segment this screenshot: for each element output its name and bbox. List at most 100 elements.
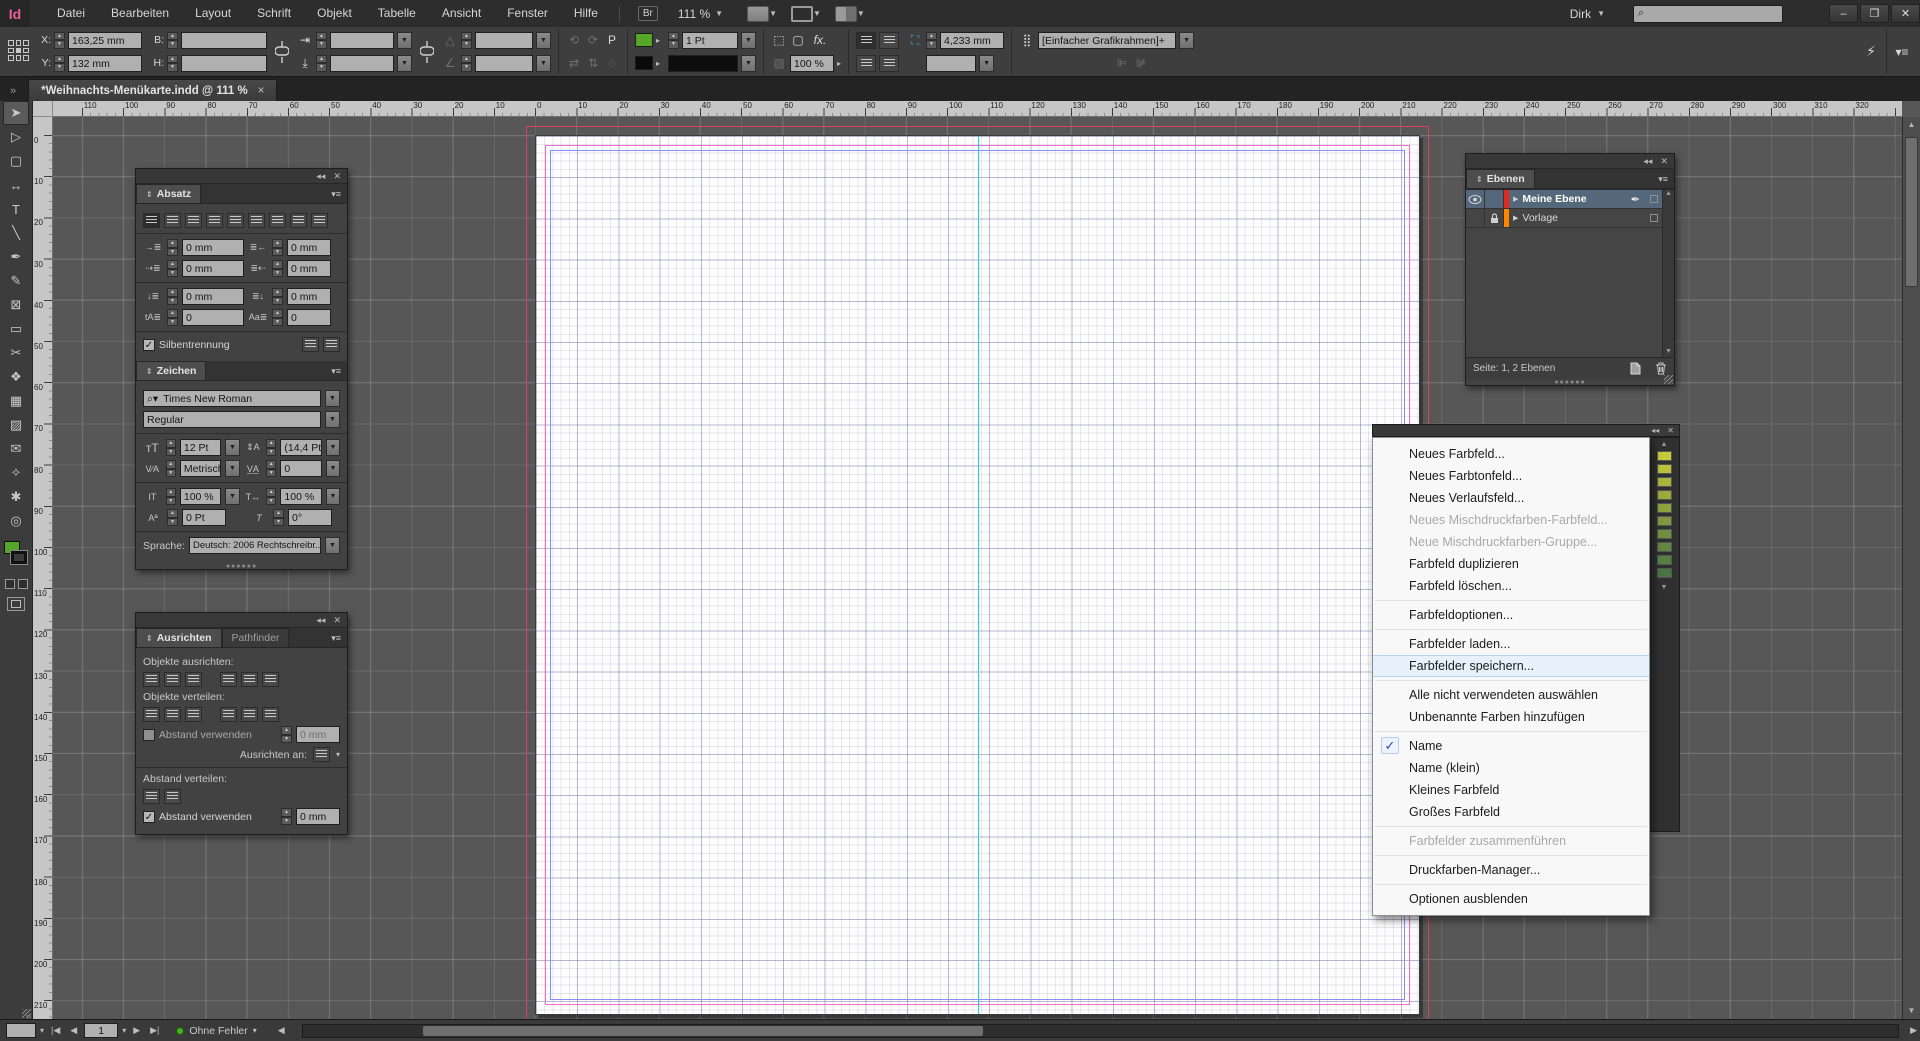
panel-drag-dots[interactable]: ●●●●●● [1466,379,1674,385]
rotate-ccw-button[interactable]: ⟲ [566,33,582,47]
hyphenate-checkbox[interactable]: ✓ [143,339,155,351]
kerning-field[interactable]: Metrisch [180,460,222,477]
menu-item-neues-farbtonfeld[interactable]: Neues Farbtonfeld... [1373,465,1649,487]
view-options-button[interactable] [747,6,769,22]
layer-expand-icon[interactable]: ▶ [1513,214,1518,222]
menu-item-farbfeld-löschen[interactable]: Farbfeld löschen... [1373,575,1649,597]
panel-group-header[interactable]: ◂◂ ✕ [136,613,347,628]
gradient-feather-tool[interactable]: ▨ [3,413,29,437]
stroke-weight-dropdown[interactable]: ▼ [741,32,756,49]
left-indent-stepper[interactable]: ▲▼ [167,239,178,256]
align-right-edges-button[interactable] [185,672,202,687]
drop-cap-lines-field[interactable]: 0 [182,309,244,326]
tracking-stepper[interactable]: ▲▼ [266,460,276,477]
absatz-panel-menu-icon[interactable]: ▾≡ [331,189,347,203]
wrap-jump-button[interactable] [879,55,899,72]
y-field[interactable]: 132 mm [68,55,142,72]
flip-vertical-button[interactable]: ⇅ [585,56,601,70]
layer-visibility-toggle[interactable] [1466,209,1485,227]
swatch-chip[interactable] [1657,516,1672,526]
x-stepper[interactable]: ▲▼ [54,32,65,49]
spacing2-field[interactable]: 0 mm [296,808,340,825]
object-style-field[interactable]: [Einfacher Grafikrahmen]+ [1038,32,1176,49]
reference-point-proxy[interactable] [4,27,33,76]
font-style-field[interactable]: Regular [143,411,321,428]
horizontal-scale-dropdown[interactable]: ▼ [326,488,340,505]
layer-expand-icon[interactable]: ▶ [1513,195,1518,203]
dist-top-edges-button[interactable] [143,707,160,722]
vertical-scale-dropdown[interactable]: ▼ [225,488,239,505]
scissors-tool[interactable]: ✂ [3,341,29,365]
layer-name[interactable]: Vorlage [1522,212,1558,224]
space-before-field[interactable]: 0 mm [182,288,244,305]
close-panel-icon[interactable]: ✕ [1667,426,1674,435]
dist-h-space-button[interactable] [164,789,181,804]
span-columns-button[interactable] [323,337,340,352]
tab-zeichen[interactable]: ⇕ Zeichen [136,361,206,380]
drop-cap-lines-stepper[interactable]: ▲▼ [167,309,178,326]
menu-hilfe[interactable]: Hilfe [561,0,611,27]
hscroll-thumb[interactable] [423,1026,983,1036]
stroke-flyout-arrow[interactable]: ▸ [656,59,660,68]
fill-stroke-proxy[interactable] [3,541,29,575]
corner-radius-field[interactable]: 4,233 mm [940,32,1004,49]
page-number-field[interactable]: 1 [84,1023,118,1038]
layer-name[interactable]: Meine Ebene [1522,193,1586,205]
menu-bearbeiten[interactable]: Bearbeiten [98,0,182,27]
opacity-flyout-arrow[interactable]: ▸ [837,59,841,68]
gradient-tool[interactable]: ▦ [3,389,29,413]
collapse-panel-icon[interactable]: ◂◂ [316,615,325,626]
align-away-spine-button[interactable] [311,213,328,228]
tracking-field[interactable]: 0 [280,460,322,477]
align-to-dropdown-arrow[interactable]: ▾ [336,750,340,759]
right-indent-field[interactable]: 0 mm [287,239,331,256]
spacing2-stepper[interactable]: ▲▼ [281,808,292,825]
menu-schrift[interactable]: Schrift [244,0,304,27]
corner-shape-icon[interactable]: ▢ [790,33,806,47]
ruler-origin-box[interactable] [33,101,53,117]
selection-tool[interactable]: ➤ [3,101,29,125]
kerning-stepper[interactable]: ▲▼ [166,460,176,477]
close-panel-icon[interactable]: ✕ [1660,156,1668,167]
rectangle-tool[interactable]: ▭ [3,317,29,341]
stroke-color-swatch[interactable] [635,56,653,70]
close-panel-icon[interactable]: ✕ [333,171,341,182]
document-page[interactable] [535,135,1420,1015]
font-size-dropdown[interactable]: ▼ [225,439,239,456]
eyedropper-tool[interactable]: ✧ [3,461,29,485]
menu-ansicht[interactable]: Ansicht [429,0,494,27]
toolbar-collapse-icon[interactable]: » [22,1009,31,1018]
bridge-button[interactable]: Br [638,6,658,21]
menu-item-farbfelder-laden[interactable]: Farbfelder laden... [1373,633,1649,655]
right-indent-stepper[interactable]: ▲▼ [272,239,283,256]
tab-absatz[interactable]: ⇕ Absatz [136,184,201,203]
menu-item-kleines-farbfeld[interactable]: Kleines Farbfeld [1373,779,1649,801]
balance-lines-button[interactable] [302,337,319,352]
menu-item-name[interactable]: ✓Name [1373,735,1649,757]
vertical-scale-stepper[interactable]: ▲▼ [166,488,176,505]
space-after-field[interactable]: 0 mm [287,288,331,305]
shear-stepper[interactable]: ▲▼ [461,55,472,72]
fill-flyout-arrow[interactable]: ▸ [656,36,660,45]
horizontal-scrollbar[interactable] [302,1024,1899,1038]
menu-layout[interactable]: Layout [182,0,244,27]
collapse-panel-icon[interactable]: ◂◂ [1651,426,1659,435]
scale-y-field[interactable] [330,55,394,72]
swatch-chip[interactable] [1657,503,1672,513]
baseline-shift-field[interactable]: 0 Pt [182,509,226,526]
font-family-dropdown[interactable]: ▼ [325,390,340,407]
align-to-grid-icon[interactable]: ⊫ [1114,56,1130,70]
justify-left-button[interactable] [206,213,223,228]
collapse-panel-icon[interactable]: ◂◂ [316,171,325,182]
spacing-stepper[interactable]: ▲▼ [281,726,292,743]
free-transform-tool[interactable]: ❖ [3,365,29,389]
formatting-affects-text-button[interactable] [18,579,28,589]
menu-item-farbfelder-speichern[interactable]: Farbfelder speichern... [1373,655,1649,677]
layer-lock-toggle[interactable] [1485,209,1504,227]
justify-center-button[interactable] [227,213,244,228]
first-line-indent-stepper[interactable]: ▲▼ [167,260,178,277]
ebenen-panel-menu-icon[interactable]: ▾≡ [1658,174,1674,188]
scroll-up-icon[interactable]: ▲ [1661,441,1668,448]
spacing-field[interactable]: 0 mm [296,726,340,743]
swatch-chip[interactable] [1657,529,1672,539]
